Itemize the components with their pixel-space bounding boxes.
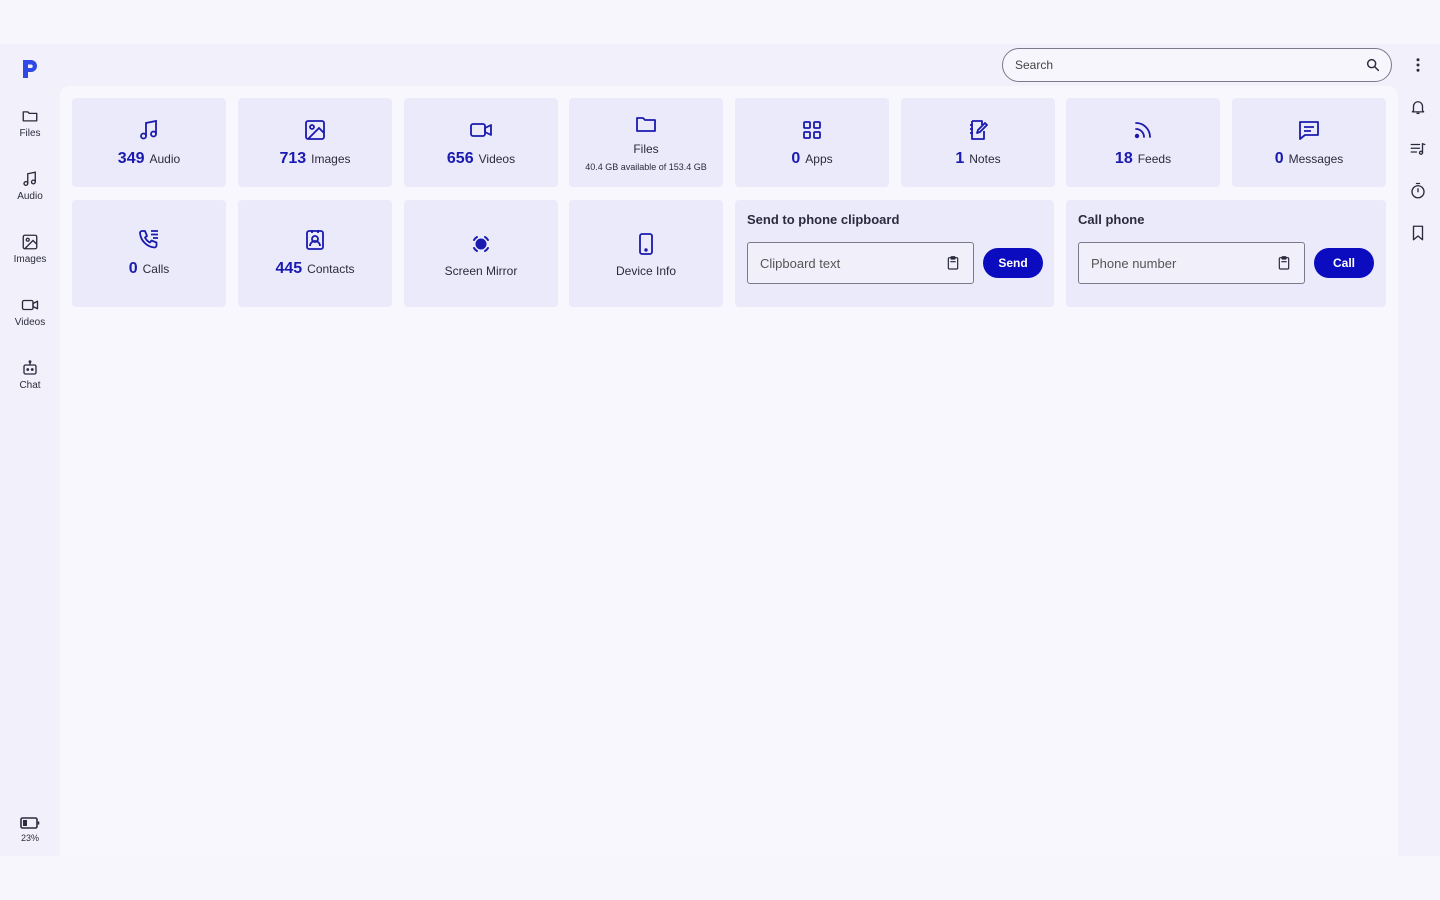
clipboard-title: Send to phone clipboard bbox=[747, 212, 900, 227]
tile-label: Files bbox=[633, 142, 659, 156]
clipboard-input[interactable] bbox=[760, 255, 945, 271]
tile-audio[interactable]: 349 Audio bbox=[72, 98, 226, 187]
tile-notes[interactable]: 1 Notes bbox=[901, 98, 1055, 187]
phone-number-field[interactable] bbox=[1078, 242, 1305, 284]
playlist-icon bbox=[1410, 142, 1426, 155]
clipboard-field[interactable] bbox=[747, 242, 974, 284]
search-bar[interactable] bbox=[1002, 48, 1392, 82]
nav-item-label: Audio bbox=[17, 191, 43, 202]
battery-percent: 23% bbox=[20, 833, 39, 843]
nav-item-label: Chat bbox=[19, 380, 41, 391]
tile-calls[interactable]: 0 Calls bbox=[72, 200, 226, 307]
app-logo-icon[interactable] bbox=[20, 58, 40, 80]
nav-item-audio[interactable]: Audio bbox=[0, 170, 60, 220]
nav-item-label: Files bbox=[19, 128, 41, 139]
nav-item-label: Videos bbox=[14, 317, 46, 328]
nav-item-videos[interactable]: Videos bbox=[0, 296, 60, 346]
timer-button[interactable] bbox=[1407, 180, 1429, 202]
rss-icon bbox=[1134, 122, 1151, 139]
folder-icon bbox=[22, 111, 38, 122]
tile-device-info[interactable]: Device Info bbox=[569, 200, 723, 307]
phone-device-icon bbox=[639, 233, 653, 255]
image-icon bbox=[305, 120, 325, 140]
image-icon bbox=[22, 234, 38, 250]
contact-card-icon bbox=[306, 230, 324, 250]
tile-images[interactable]: 713 Images bbox=[238, 98, 392, 187]
tile-label: Notes bbox=[969, 152, 1001, 166]
video-camera-icon bbox=[470, 123, 492, 137]
more-vertical-icon bbox=[1416, 58, 1420, 72]
stopwatch-icon bbox=[1411, 182, 1425, 199]
notebook-icon bbox=[970, 120, 988, 140]
tile-label: Contacts bbox=[307, 262, 355, 276]
app-window: Files Audio Images Videos Chat 23% Searc… bbox=[0, 44, 1440, 856]
send-button[interactable]: Send bbox=[983, 248, 1043, 278]
nav-item-label: Images bbox=[13, 254, 47, 265]
tile-videos[interactable]: 656 Videos bbox=[404, 98, 558, 187]
nav-item-chat[interactable]: Chat bbox=[0, 359, 60, 409]
phone-number-input[interactable] bbox=[1091, 255, 1276, 271]
call-card: Call phone Call bbox=[1066, 200, 1386, 307]
storage-info: 40.4 GB available of 153.4 GB bbox=[585, 162, 707, 172]
robot-icon bbox=[23, 360, 37, 375]
music-note-icon bbox=[23, 171, 36, 187]
notifications-button[interactable] bbox=[1407, 96, 1429, 118]
right-rail bbox=[1398, 44, 1440, 856]
tile-apps[interactable]: 0 Apps bbox=[735, 98, 889, 187]
tile-label: Screen Mirror bbox=[444, 264, 518, 278]
tile-count: 0 bbox=[791, 150, 801, 167]
folder-icon bbox=[636, 117, 656, 132]
call-title: Call phone bbox=[1078, 212, 1145, 227]
tile-label: Images bbox=[311, 152, 351, 166]
screen-mirror-icon bbox=[473, 236, 489, 252]
tile-label: Calls bbox=[142, 262, 170, 276]
left-nav-rail: Files Audio Images Videos Chat 23% bbox=[0, 44, 60, 856]
tile-label: Videos bbox=[478, 152, 516, 166]
clipboard-card: Send to phone clipboard Send bbox=[735, 200, 1054, 307]
tile-count: 1 bbox=[955, 150, 965, 167]
search-input[interactable] bbox=[1015, 58, 1365, 72]
video-camera-icon bbox=[21, 299, 39, 311]
tile-count: 349 bbox=[117, 150, 145, 167]
message-icon bbox=[1299, 121, 1319, 140]
nav-item-images[interactable]: Images bbox=[0, 233, 60, 283]
music-note-icon bbox=[140, 119, 157, 140]
tile-files[interactable]: Files 40.4 GB available of 153.4 GB bbox=[569, 98, 723, 187]
playlist-button[interactable] bbox=[1407, 138, 1429, 160]
tile-feeds[interactable]: 18 Feeds bbox=[1066, 98, 1220, 187]
apps-grid-icon bbox=[803, 121, 821, 139]
more-menu-button[interactable] bbox=[1407, 54, 1429, 76]
search-icon[interactable] bbox=[1365, 57, 1381, 73]
tile-contacts[interactable]: 445 Contacts bbox=[238, 200, 392, 307]
battery-status: 23% bbox=[0, 816, 60, 848]
tile-screen-mirror[interactable]: Screen Mirror bbox=[404, 200, 558, 307]
clipboard-paste-icon[interactable] bbox=[945, 255, 961, 271]
phone-list-icon bbox=[139, 230, 158, 249]
bookmark-icon bbox=[1412, 225, 1424, 241]
nav-item-files[interactable]: Files bbox=[0, 107, 60, 157]
tile-messages[interactable]: 0 Messages bbox=[1232, 98, 1386, 187]
dashboard-panel: 349 Audio 713 Images 656 Videos Files 40.4 … bbox=[60, 86, 1398, 856]
bell-icon bbox=[1411, 101, 1425, 115]
tile-count: 445 bbox=[275, 260, 303, 277]
bookmark-button[interactable] bbox=[1407, 222, 1429, 244]
clipboard-paste-icon[interactable] bbox=[1276, 255, 1292, 271]
tile-label: Audio bbox=[149, 152, 181, 166]
tile-count: 713 bbox=[279, 150, 307, 167]
tile-count: 18 bbox=[1114, 150, 1133, 167]
tile-label: Device Info bbox=[615, 264, 677, 278]
tile-label: Messages bbox=[1288, 152, 1344, 166]
tile-count: 0 bbox=[128, 260, 138, 277]
battery-icon bbox=[20, 817, 40, 829]
tile-label: Feeds bbox=[1137, 152, 1172, 166]
tile-count: 656 bbox=[446, 150, 474, 167]
tile-label: Apps bbox=[805, 152, 833, 166]
tile-count: 0 bbox=[1274, 150, 1284, 167]
call-button[interactable]: Call bbox=[1314, 248, 1374, 278]
